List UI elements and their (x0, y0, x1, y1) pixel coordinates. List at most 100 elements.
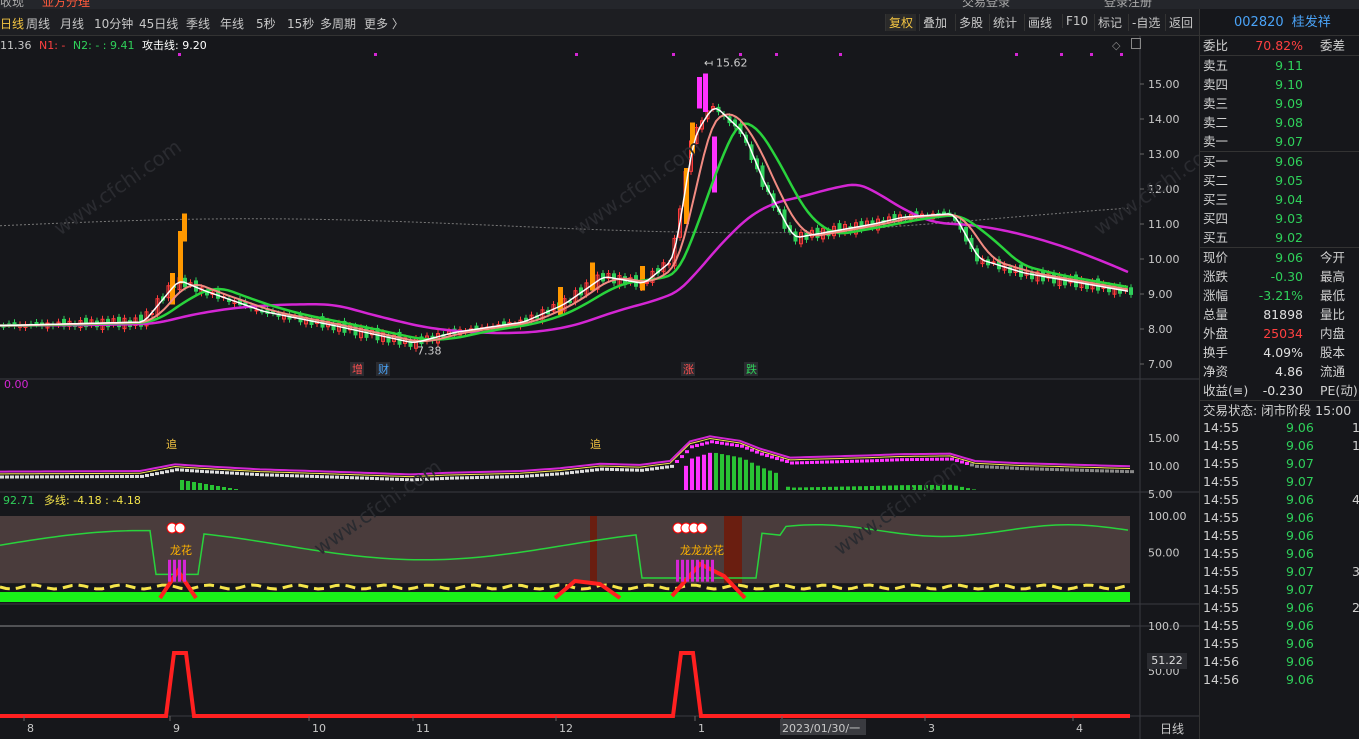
tick-row[interactable]: 14:56 9.06 (1200, 671, 1359, 689)
tick-row[interactable]: 14:55 9.07 (1200, 581, 1359, 599)
period-tab-9[interactable]: 多周期 (320, 15, 356, 32)
period-tab-2[interactable]: 月线 (60, 15, 84, 32)
stock-name[interactable]: 桂发祥 (1292, 15, 1331, 30)
ind1-step (75, 475, 79, 479)
tick-extra: 4 (1352, 492, 1359, 507)
ind1-step (1125, 470, 1129, 474)
tick-row[interactable]: 14:55 9.06 (1200, 635, 1359, 653)
tick-row[interactable]: 14:55 9.06 (1200, 545, 1359, 563)
tick-row[interactable]: 14:55 9.06 (1200, 509, 1359, 527)
candle-body (34, 321, 39, 325)
toolbar-btn-4[interactable]: 画线 (1024, 14, 1055, 31)
ind1-step (995, 465, 999, 469)
x-tick-label: 9 (173, 722, 180, 735)
tick-row[interactable]: 14:55 9.06 2 (1200, 599, 1359, 617)
toolbar-btn-0[interactable]: 复权 (885, 14, 917, 31)
stat-row-value: -0.230 (1262, 383, 1303, 398)
ind1-step (760, 452, 764, 456)
period-button[interactable]: 日线 (1160, 720, 1184, 737)
ind1-step (475, 476, 479, 480)
ind1-step (880, 458, 884, 462)
period-tab-4[interactable]: 45日线 (139, 15, 178, 32)
ind1-bar (216, 486, 220, 490)
high-label: ↤ (704, 56, 713, 69)
ind1-step (520, 474, 524, 478)
tick-row[interactable]: 14:55 9.07 (1200, 473, 1359, 491)
period-tab-8[interactable]: 15秒 (287, 15, 314, 32)
window-icon[interactable] (1131, 38, 1141, 49)
period-tab-5[interactable]: 季线 (186, 15, 210, 32)
toolbar-btn-8[interactable]: 返回 (1165, 14, 1196, 31)
tick-row[interactable]: 14:55 9.06 1 (1200, 419, 1359, 437)
ind2-flag-icon (174, 522, 186, 534)
ind1-step (875, 459, 879, 463)
period-tab-3[interactable]: 10分钟 (94, 15, 133, 32)
ind1-bar (762, 468, 766, 490)
ind1-bar (894, 485, 898, 490)
tick-row[interactable]: 14:55 9.07 (1200, 455, 1359, 473)
tick-row[interactable]: 14:55 9.06 (1200, 527, 1359, 545)
toolbar-btn-3[interactable]: 统计 (989, 14, 1020, 31)
chart-area[interactable]: 15.00 14.00 13.00 12.00 11.00 10.00 9.00 8.00 7.… (0, 36, 1359, 739)
ind1-step (60, 475, 64, 479)
signal-dot (839, 53, 842, 56)
login-register-link[interactable]: 登录注册 (1104, 0, 1152, 9)
ind1-step (915, 457, 919, 461)
tick-list[interactable]: 14:55 9.06 1 14:55 9.06 1 14:55 9.07 14:55 9.07 14… (1200, 419, 1359, 689)
tick-row[interactable]: 14:55 9.06 1 (1200, 437, 1359, 455)
ind3-signal-line (0, 651, 1130, 718)
ind1-bar (792, 487, 796, 490)
tick-row[interactable]: 14:55 9.06 (1200, 617, 1359, 635)
ind1-step (910, 458, 914, 462)
trade-login-link[interactable]: 交易登录 (962, 0, 1010, 9)
period-tab-1[interactable]: 周线 (26, 15, 50, 32)
ind1-bar (810, 487, 814, 490)
tick-row[interactable]: 14:55 9.07 3 (1200, 563, 1359, 581)
ind1-step (1100, 469, 1104, 473)
diamond-icon[interactable]: ◇ (1112, 39, 1120, 52)
tick-row[interactable]: 14:55 9.06 4 (1200, 491, 1359, 509)
toolbar-btn-6[interactable]: 标记 (1094, 14, 1125, 31)
stat-row-right: 最高 (1320, 269, 1346, 284)
tick-row[interactable]: 14:56 9.06 (1200, 653, 1359, 671)
x-tick-label: 11 (416, 722, 430, 735)
toolbar-btn-5[interactable]: F10 (1062, 14, 1091, 28)
stat-row: 换手 4.09% 股本 (1200, 343, 1359, 362)
ask-row-value: 9.10 (1275, 77, 1303, 92)
ind1-step (1090, 469, 1094, 473)
ask-row-value: 9.08 (1275, 115, 1303, 130)
ind1-step (105, 475, 109, 479)
ind1-step (575, 470, 579, 474)
period-tab-6[interactable]: 年线 (220, 15, 244, 32)
ind1-step (1065, 468, 1069, 472)
ind1-bar (228, 488, 232, 490)
bid-row-label: 买一 (1203, 154, 1229, 169)
period-tab-10[interactable]: 更多 〉 (364, 15, 404, 32)
low-value-label: 7.38 (417, 345, 442, 358)
ind1-step (370, 476, 374, 480)
period-tab-7[interactable]: 5秒 (256, 15, 276, 32)
ind2-bar (706, 559, 709, 582)
ind1-step (1095, 469, 1099, 473)
ind1-step (390, 477, 394, 481)
weibi-row: 委比 70.82% 委差 (1200, 36, 1359, 55)
ind1-step (740, 444, 744, 448)
signal-dot (672, 53, 675, 56)
ind1-step (1055, 468, 1059, 472)
ind1-step (195, 469, 199, 473)
event-mark: 财 (378, 362, 389, 376)
period-tab-0[interactable]: 日线 (0, 15, 24, 32)
toolbar-btn-1[interactable]: 叠加 (919, 14, 950, 31)
ind2-prefix: 92.71 (3, 494, 35, 507)
ind1-step (1085, 468, 1089, 472)
ind2-bar (711, 559, 714, 582)
stat-row-value: 4.86 (1275, 364, 1303, 379)
ask-row: 卖三 9.09 (1200, 94, 1359, 113)
chart-canvas[interactable]: 15.0014.0013.0012.0011.0010.009.008.007.… (0, 36, 1359, 739)
stat-row-right: 最低 (1320, 288, 1346, 303)
candle-body (645, 281, 649, 284)
toolbar-btn-2[interactable]: 多股 (955, 14, 986, 31)
stat-row: 涨幅 -3.21% 最低 (1200, 286, 1359, 305)
toolbar-btn-7[interactable]: -自选 (1128, 14, 1163, 31)
tick-time: 14:55 (1203, 456, 1240, 471)
